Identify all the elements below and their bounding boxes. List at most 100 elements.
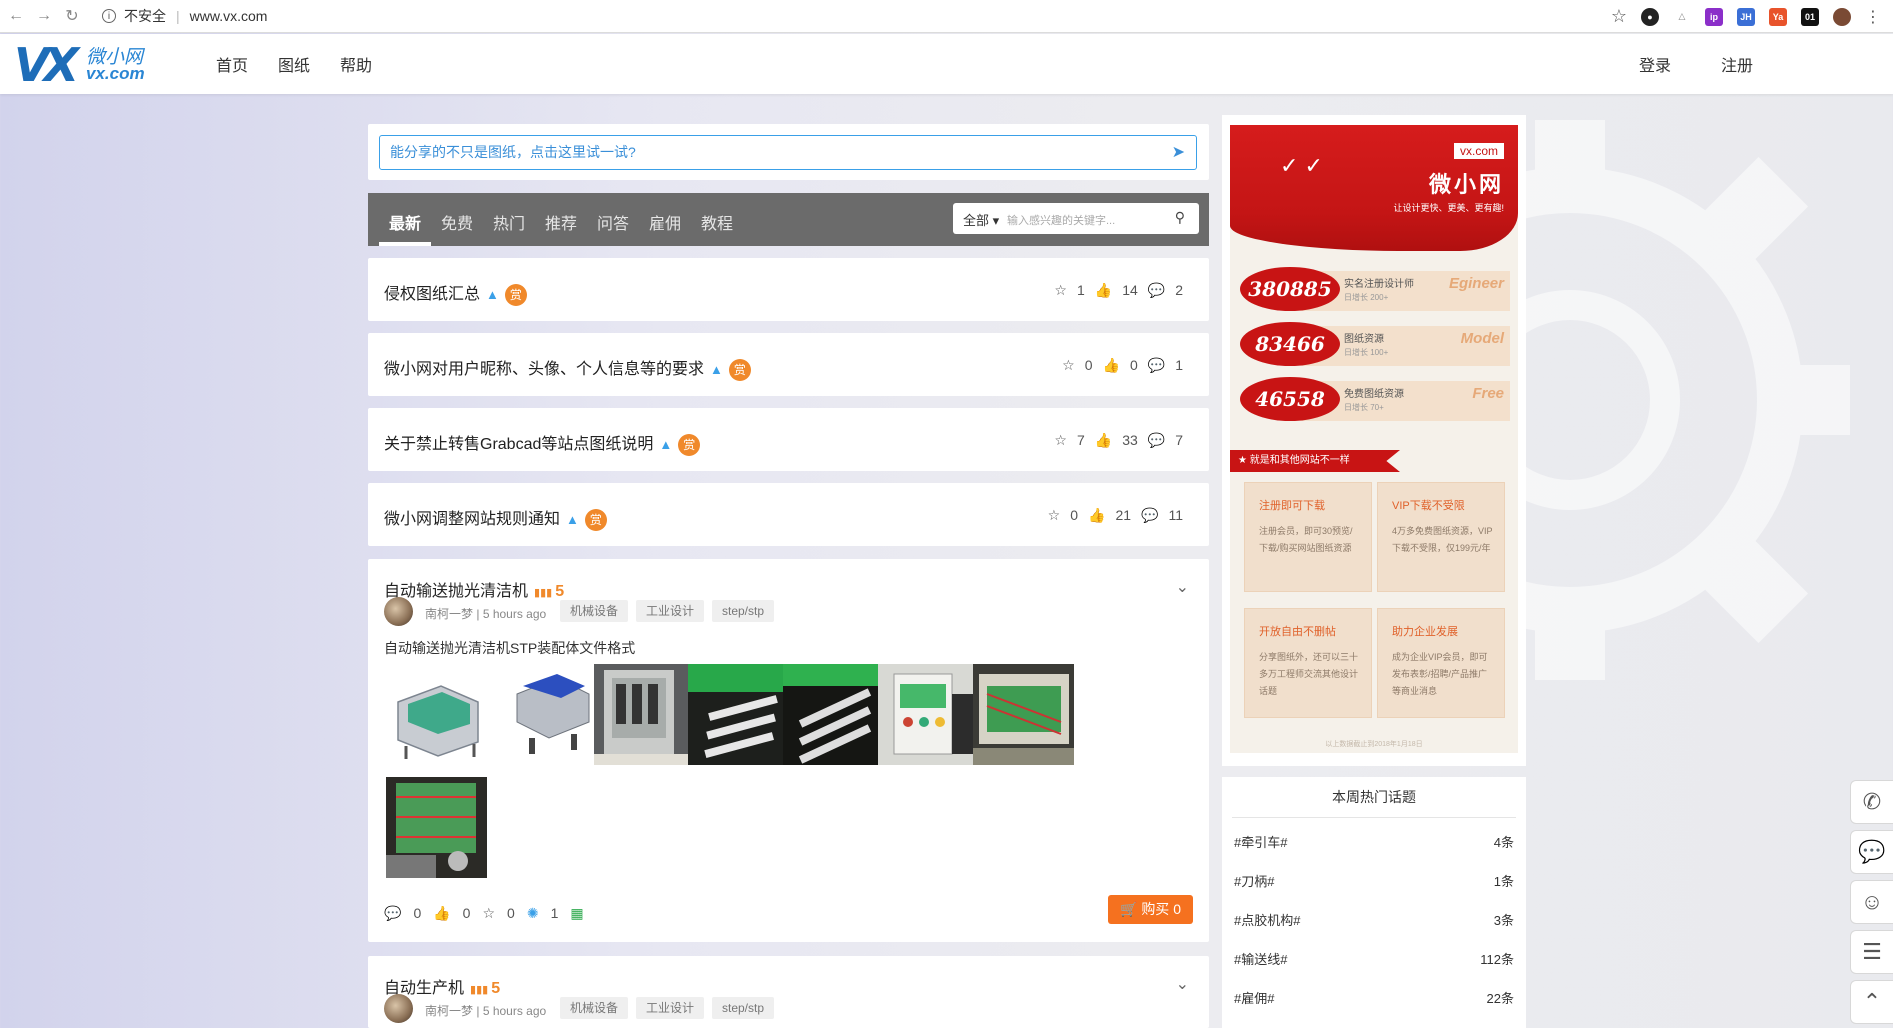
thumbnail-image[interactable] (386, 777, 487, 878)
notice-item[interactable]: 微小网对用户昵称、头像、个人信息等的要求 ▲ 赏 ☆ 0 👍 0 💬 1 (368, 333, 1209, 396)
qq-icon[interactable]: ☺ (1850, 880, 1893, 924)
rocket-icon: ▲ (566, 512, 579, 527)
nav-home[interactable]: 首页 (216, 52, 248, 76)
post-tag[interactable]: 工业设计 (636, 600, 705, 622)
like-icon[interactable]: 👍 (1095, 432, 1112, 449)
nav-help[interactable]: 帮助 (340, 52, 372, 76)
star-icon[interactable]: ☆ (1048, 507, 1061, 524)
tab-qa[interactable]: 问答 (597, 210, 629, 234)
tab-hire[interactable]: 雇佣 (649, 210, 681, 234)
nav-drawings[interactable]: 图纸 (278, 52, 310, 76)
like-icon[interactable]: 👍 (1103, 357, 1120, 374)
author-name[interactable]: 南柯一梦 (425, 607, 473, 621)
topic-name[interactable]: #输送线# (1234, 952, 1287, 967)
hot-topic-item[interactable]: #刀柄# 1条 (1234, 871, 1514, 890)
topic-name[interactable]: #牵引车# (1234, 835, 1287, 850)
search-input[interactable]: 输入感兴趣的关键字... (1007, 212, 1115, 228)
tab-hot[interactable]: 热门 (493, 210, 525, 234)
topic-name[interactable]: #雇佣# (1234, 991, 1274, 1006)
topic-name[interactable]: #点胶机构# (1234, 913, 1300, 928)
comment-count: 2 (1175, 282, 1183, 298)
back-icon[interactable]: ← (4, 4, 28, 28)
thumbnail-image[interactable] (783, 664, 884, 765)
wechat-icon[interactable]: 💬 (1850, 830, 1893, 874)
hot-topic-item[interactable]: #牵引车# 4条 (1234, 832, 1514, 851)
search-icon[interactable]: ⚲ (1175, 209, 1185, 226)
promo-stat: 46558 免费图纸资源 日增长 70+ Free (1240, 377, 1510, 421)
post-title[interactable]: 自动输送抛光清洁机 ▮▮▮ 5 (384, 577, 564, 601)
site-logo[interactable]: VX 微小网 vx.com (14, 38, 154, 92)
tab-latest[interactable]: 最新 (389, 210, 421, 234)
notice-item[interactable]: 侵权图纸汇总 ▲ 赏 ☆ 1 👍 14 💬 2 (368, 258, 1209, 321)
promo-slogan: 让设计更快、更美、更有趣! (1393, 203, 1504, 213)
post-tag[interactable]: 机械设备 (560, 600, 629, 622)
post-meta: 南柯一梦 | 5 hours ago (425, 1004, 547, 1018)
star-icon[interactable]: ☆ (1062, 357, 1075, 374)
promo-banner[interactable]: ✓ ✓ vx.com 微小网 让设计更快、更美、更有趣! 380885 实名注册… (1222, 115, 1526, 766)
like-icon[interactable]: 👍 (433, 905, 450, 922)
extension-ya-icon[interactable]: Ya (1769, 7, 1787, 26)
notice-title[interactable]: 微小网对用户昵称、头像、个人信息等的要求 ▲ 赏 (384, 355, 751, 381)
extension-triangle-icon[interactable]: △ (1673, 7, 1691, 26)
hot-topic-item[interactable]: #输送线# 112条 (1234, 949, 1514, 968)
back-to-top-icon[interactable]: ⌃ (1850, 980, 1893, 1024)
star-icon[interactable]: ☆ (482, 905, 495, 922)
thumbnail-image[interactable] (973, 664, 1074, 765)
notice-item[interactable]: 关于禁止转售Grabcad等站点图纸说明 ▲ 赏 ☆ 7 👍 33 💬 7 (368, 408, 1209, 471)
author-avatar[interactable] (384, 597, 413, 626)
comment-icon[interactable]: 💬 (1148, 357, 1165, 374)
topic-count: 4条 (1493, 835, 1514, 850)
notice-item[interactable]: 微小网调整网站规则通知 ▲ 赏 ☆ 0 👍 21 💬 11 (368, 483, 1209, 546)
reload-icon[interactable]: ↻ (60, 4, 84, 28)
notice-title[interactable]: 关于禁止转售Grabcad等站点图纸说明 ▲ 赏 (384, 430, 701, 456)
notice-title[interactable]: 微小网调整网站规则通知 ▲ 赏 (384, 505, 607, 531)
buy-button[interactable]: 🛒 购买 0 (1107, 895, 1193, 924)
post-tag[interactable]: step/stp (712, 997, 775, 1019)
bookmark-star-icon[interactable]: ☆ (1611, 6, 1627, 27)
star-icon[interactable]: ☆ (1054, 282, 1067, 299)
extension-purple-icon[interactable]: ip (1705, 7, 1723, 26)
like-icon[interactable]: 👍 (1095, 282, 1112, 299)
notice-title[interactable]: 侵权图纸汇总 ▲ 赏 (384, 280, 527, 306)
tab-tutorial[interactable]: 教程 (701, 210, 733, 234)
info-icon[interactable]: i (102, 9, 116, 23)
comment-icon[interactable]: 💬 (384, 905, 401, 922)
file-grid-icon[interactable]: ▦ (570, 905, 583, 922)
url-text[interactable]: www.vx.com (190, 8, 268, 24)
author-avatar[interactable] (384, 994, 413, 1023)
chevron-down-icon[interactable]: ⌄ (1176, 577, 1189, 597)
comment-icon[interactable]: 💬 (1148, 282, 1165, 299)
comment-icon[interactable]: 💬 (1141, 507, 1158, 524)
forward-icon[interactable]: → (32, 4, 56, 28)
thumbnail-image[interactable] (386, 664, 487, 765)
search-scope-select[interactable]: 全部 ▾ (963, 210, 999, 229)
comment-icon[interactable]: 💬 (1148, 432, 1165, 449)
feature-title: VIP下载不受限 (1392, 500, 1465, 512)
address-bar[interactable]: i 不安全 | www.vx.com (102, 6, 267, 26)
profile-avatar[interactable] (1833, 7, 1851, 26)
send-icon[interactable]: ➤ (1172, 142, 1185, 162)
hot-topic-item[interactable]: #点胶机构# 3条 (1234, 910, 1514, 929)
chevron-down-icon[interactable]: ⌄ (1176, 974, 1189, 994)
tab-recommended[interactable]: 推荐 (545, 210, 577, 234)
thumbnail-image[interactable] (688, 664, 789, 765)
phone-icon[interactable]: ✆ (1850, 780, 1893, 824)
share-input[interactable]: 能分享的不只是图纸，点击这里试一试? (379, 135, 1197, 170)
post-tag[interactable]: 机械设备 (560, 997, 629, 1019)
menu-icon[interactable]: ⋮ (1865, 7, 1881, 27)
thumbnail-image[interactable] (499, 664, 600, 765)
author-name[interactable]: 南柯一梦 (425, 1004, 473, 1018)
hot-topic-item[interactable]: #雇佣# 22条 (1234, 988, 1514, 1007)
thumbnail-image[interactable] (594, 664, 695, 765)
thumbnail-image[interactable] (878, 664, 979, 765)
star-icon[interactable]: ☆ (1054, 432, 1067, 449)
post-tag[interactable]: step/stp (712, 600, 775, 622)
tab-free[interactable]: 免费 (441, 210, 473, 234)
document-icon[interactable]: ☰ (1850, 930, 1893, 974)
extension-jh-icon[interactable]: JH (1737, 7, 1755, 26)
extension-github-icon[interactable]: ● (1641, 7, 1659, 26)
extension-01-icon[interactable]: 01 (1801, 7, 1819, 26)
post-tag[interactable]: 工业设计 (636, 997, 705, 1019)
like-icon[interactable]: 👍 (1088, 507, 1105, 524)
topic-name[interactable]: #刀柄# (1234, 874, 1274, 889)
